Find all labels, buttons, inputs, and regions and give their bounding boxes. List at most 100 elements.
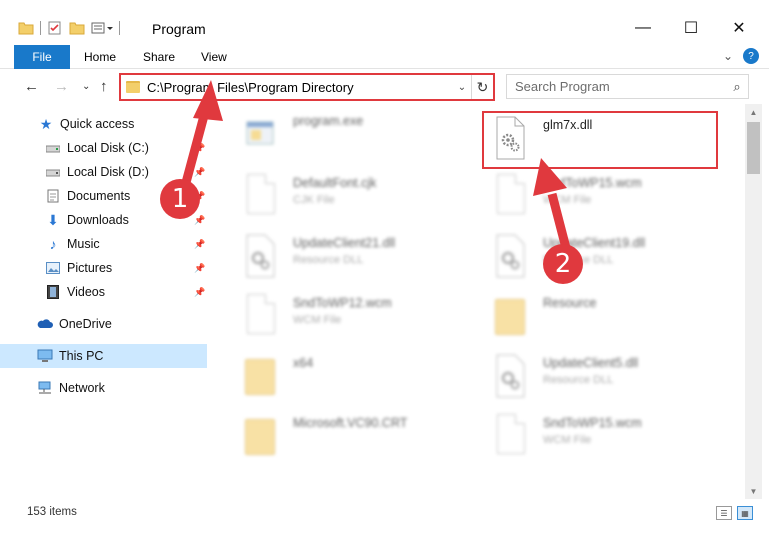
tab-home[interactable]: Home [84, 45, 116, 69]
file-type: CJK File [293, 194, 335, 206]
file-item[interactable]: UpdateClient19.dll Resource DLL [477, 226, 717, 286]
dll-icon [496, 234, 525, 278]
ribbon-help-area: ⌄ ? [723, 48, 759, 64]
sidebar-item-label: Pictures [67, 261, 113, 275]
file-name: SndToWP12.wcm [293, 296, 392, 310]
sidebar-item-quick-access[interactable]: ★ Quick access [0, 112, 207, 136]
sidebar-item-this-pc[interactable]: This PC [0, 344, 207, 368]
file-name: UpdateClient5.dll [543, 356, 639, 370]
maximize-button[interactable]: ☐ [668, 14, 714, 42]
folder-icon [243, 414, 277, 458]
scroll-up-icon[interactable]: ▲ [745, 104, 762, 120]
pin-icon[interactable]: 📌 [194, 167, 205, 178]
properties-icon[interactable] [47, 20, 63, 36]
details-view-icon[interactable]: ☰ [716, 506, 732, 520]
file-item[interactable]: Microsoft.VC90.CRT [227, 406, 467, 466]
computer-icon [37, 348, 53, 364]
search-box[interactable]: ⌕ [506, 74, 749, 99]
recent-locations-chevron-icon[interactable]: ⌄ [82, 81, 90, 92]
chevron-down-icon[interactable]: ⌄ [723, 49, 733, 63]
toolbar-divider [119, 21, 120, 35]
search-icon[interactable]: ⌕ [726, 79, 748, 95]
file-type: Resource DLL [543, 374, 614, 386]
sidebar-item-label: Local Disk (D:) [67, 165, 149, 179]
pin-icon[interactable]: 📌 [194, 263, 205, 274]
file-icon [493, 414, 527, 458]
dll-icon [496, 354, 525, 398]
status-bar: 153 items ☰ ▦ [0, 503, 769, 523]
tab-file[interactable]: File [14, 45, 70, 69]
large-icons-view-icon[interactable]: ▦ [737, 506, 753, 520]
address-bar[interactable]: C:\Program Files\Program Directory ⌄ ↻ [119, 73, 495, 101]
documents-icon [45, 188, 61, 204]
folder-icon[interactable] [18, 21, 34, 35]
file-item[interactable]: DefaultFont.cjk CJK File [227, 166, 467, 226]
file-name: Resource [543, 296, 597, 310]
file-item[interactable]: x64 [227, 346, 467, 406]
pin-icon[interactable]: 📌 [194, 287, 205, 298]
help-icon[interactable]: ? [743, 48, 759, 64]
window-title: Program [152, 21, 206, 37]
file-item[interactable]: SndToWP15.wcm WCM File [477, 406, 717, 466]
close-button[interactable]: ✕ [716, 14, 762, 42]
pictures-icon [45, 260, 61, 276]
refresh-icon[interactable]: ↻ [471, 75, 493, 99]
folder-icon [243, 354, 277, 398]
address-path[interactable]: C:\Program Files\Program Directory [147, 80, 453, 95]
star-icon: ★ [39, 115, 53, 132]
sidebar-item-label: Downloads [67, 213, 129, 227]
file-type: Resource DLL [293, 254, 364, 266]
pin-icon[interactable]: 📌 [194, 215, 205, 226]
file-item[interactable]: SndToWP15.wcm WCM File [477, 166, 717, 226]
sidebar-item-local-disk-c[interactable]: Local Disk (C:) 📌 [0, 136, 207, 160]
sidebar-item-label: This PC [59, 349, 104, 363]
drive-icon [45, 164, 61, 180]
sidebar-item-label: Music [67, 237, 100, 251]
file-item[interactable]: UpdateClient5.dll Resource DLL [477, 346, 717, 406]
item-count: 153 items [27, 506, 77, 518]
file-item[interactable]: Resource [477, 286, 717, 346]
toolbar-divider [40, 21, 41, 35]
scrollbar-thumb[interactable] [747, 122, 760, 174]
file-item[interactable]: SndToWP12.wcm WCM File [227, 286, 467, 346]
dll-icon [246, 234, 275, 278]
file-item[interactable]: UpdateClient21.dll Resource DLL [227, 226, 467, 286]
sidebar-item-network[interactable]: Network [0, 376, 207, 400]
minimize-button[interactable]: — [620, 14, 666, 42]
sidebar-item-label: Quick access [60, 117, 135, 131]
tab-share[interactable]: Share [143, 45, 175, 69]
new-folder-icon[interactable] [69, 21, 85, 35]
file-name: Microsoft.VC90.CRT [293, 416, 408, 430]
pin-icon[interactable]: 📌 [194, 143, 205, 154]
sidebar-item-pictures[interactable]: Pictures 📌 [0, 256, 207, 280]
chevron-down-icon[interactable]: ⌄ [453, 82, 471, 93]
step-1-badge: 1 [160, 179, 200, 219]
sidebar-item-label: Network [59, 381, 105, 395]
sidebar-item-videos[interactable]: Videos 📌 [0, 280, 207, 304]
file-icon [243, 174, 277, 218]
sidebar-item-label: Videos [67, 285, 105, 299]
navigation-bar: ← → ⌄ ↑ C:\Program Files\Program Directo… [0, 70, 769, 103]
search-input[interactable] [515, 79, 726, 94]
file-item[interactable]: program.exe [227, 104, 467, 164]
vertical-scrollbar[interactable]: ▲ ▼ [745, 104, 762, 499]
up-arrow-icon[interactable]: ↑ [100, 78, 108, 95]
sidebar-item-onedrive[interactable]: OneDrive [0, 312, 207, 336]
navigation-pane: ★ Quick access Local Disk (C:) 📌 Local D… [0, 104, 207, 499]
file-name: DefaultFont.cjk [293, 176, 377, 190]
sidebar-item-music[interactable]: ♪ Music 📌 [0, 232, 207, 256]
customize-toolbar-icon[interactable] [91, 21, 113, 35]
scroll-down-icon[interactable]: ▼ [745, 483, 762, 499]
sidebar-item-label: OneDrive [59, 317, 112, 331]
tab-view[interactable]: View [201, 45, 227, 69]
file-type: WCM File [543, 434, 592, 446]
folder-icon [493, 294, 527, 338]
file-icon [493, 174, 527, 218]
step-2-badge: 2 [543, 244, 583, 284]
forward-arrow-icon[interactable]: → [54, 78, 69, 95]
file-name: x64 [293, 356, 314, 370]
file-icon [243, 294, 277, 338]
back-arrow-icon[interactable]: ← [24, 78, 39, 95]
pin-icon[interactable]: 📌 [194, 239, 205, 250]
file-name: UpdateClient21.dll [293, 236, 396, 250]
